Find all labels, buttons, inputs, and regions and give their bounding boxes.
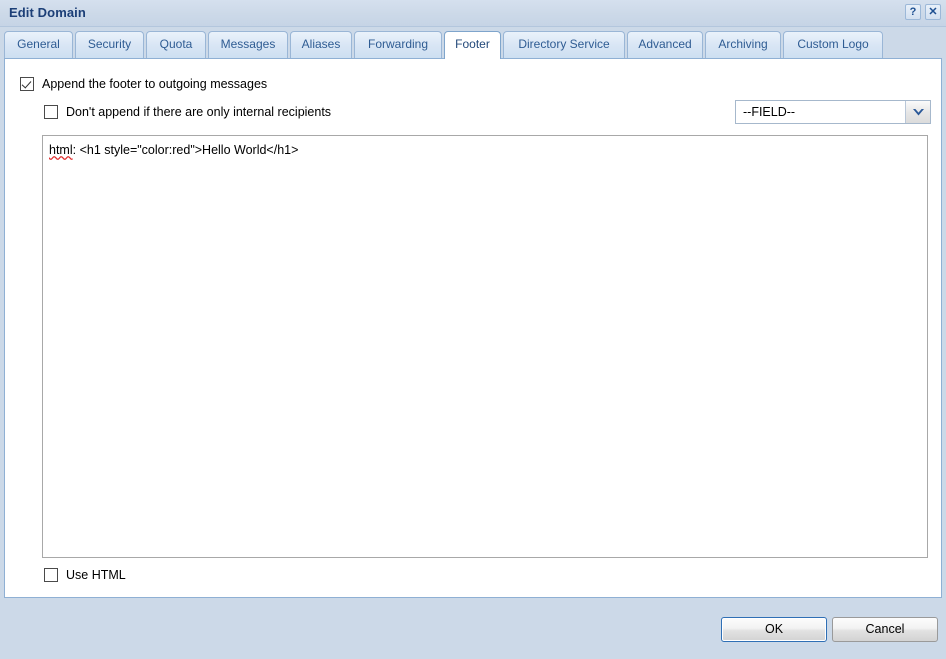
tab-messages[interactable]: Messages <box>208 31 288 58</box>
use-html-checkbox-row[interactable]: Use HTML <box>44 568 126 582</box>
use-html-checkbox[interactable] <box>44 568 58 582</box>
dialog-title: Edit Domain <box>9 5 86 20</box>
tab-directory-service[interactable]: Directory Service <box>503 31 625 58</box>
append-footer-label: Append the footer to outgoing messages <box>42 77 268 91</box>
tab-custom-logo[interactable]: Custom Logo <box>783 31 883 58</box>
tab-aliases[interactable]: Aliases <box>290 31 352 58</box>
append-footer-checkbox[interactable] <box>20 77 34 91</box>
tab-general[interactable]: General <box>4 31 73 58</box>
tab-advanced[interactable]: Advanced <box>627 31 703 58</box>
footer-text-remainder: : <h1 style="color:red">Hello World</h1> <box>72 143 299 157</box>
tab-strip: General Security Quota Messages Aliases Forwa… <box>0 31 946 59</box>
footer-text-area[interactable]: html: <h1 style="color:red">Hello World<… <box>42 135 928 558</box>
footer-tab-panel: Append the footer to outgoing messages D… <box>4 58 942 598</box>
ok-button[interactable]: OK <box>721 617 827 642</box>
internal-recipients-checkbox-row[interactable]: Don't append if there are only internal … <box>44 105 331 119</box>
dialog-titlebar: Edit Domain ? ✕ <box>0 0 946 27</box>
help-icon[interactable]: ? <box>905 4 921 20</box>
append-footer-checkbox-row[interactable]: Append the footer to outgoing messages <box>20 77 267 91</box>
cancel-button[interactable]: Cancel <box>832 617 938 642</box>
tab-footer[interactable]: Footer <box>444 31 501 59</box>
use-html-label: Use HTML <box>66 568 126 582</box>
tab-forwarding[interactable]: Forwarding <box>354 31 442 58</box>
tab-quota[interactable]: Quota <box>146 31 206 58</box>
internal-recipients-label: Don't append if there are only internal … <box>66 105 332 119</box>
edit-domain-dialog: Edit Domain ? ✕ General Security Quota Mess… <box>0 0 946 659</box>
misspelled-word: html <box>49 143 73 157</box>
close-icon[interactable]: ✕ <box>925 4 941 20</box>
tab-archiving[interactable]: Archiving <box>705 31 781 58</box>
dialog-button-bar: OK Cancel <box>0 599 946 659</box>
internal-recipients-checkbox[interactable] <box>44 105 58 119</box>
tab-security[interactable]: Security <box>75 31 144 58</box>
field-dropdown-value: --FIELD-- <box>743 105 796 119</box>
footer-text-content: html: <h1 style="color:red">Hello World<… <box>43 136 927 159</box>
field-dropdown[interactable]: --FIELD-- <box>735 100 931 124</box>
chevron-down-icon[interactable] <box>905 101 930 123</box>
